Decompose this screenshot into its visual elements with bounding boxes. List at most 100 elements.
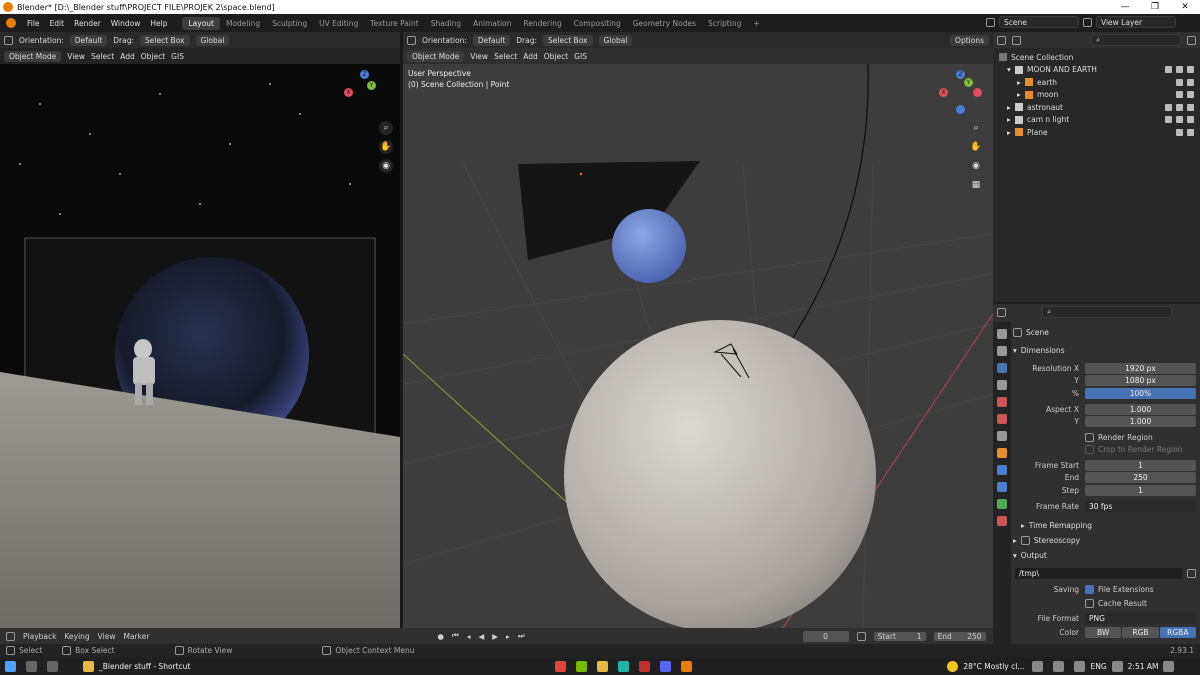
- menu-add[interactable]: Add: [120, 52, 135, 61]
- nvidia-icon[interactable]: [576, 660, 588, 672]
- tab-scripting[interactable]: Scripting: [702, 17, 747, 30]
- menu-add-main[interactable]: Add: [523, 52, 538, 61]
- end-frame-field[interactable]: End 250: [933, 631, 986, 641]
- file-format-dropdown[interactable]: PNG: [1085, 612, 1196, 624]
- transform-dropdown-main[interactable]: Global: [598, 34, 633, 46]
- time-remapping-header[interactable]: ▸ Time Remapping: [1021, 518, 1196, 532]
- tray-chevron-icon[interactable]: [1032, 660, 1044, 672]
- output-path-field[interactable]: /tmp\: [1015, 567, 1183, 579]
- color-rgb-button[interactable]: RGB: [1122, 626, 1159, 638]
- drag-dropdown-main[interactable]: Select Box: [543, 34, 593, 46]
- tab-geometry-nodes[interactable]: Geometry Nodes: [627, 17, 702, 30]
- outliner-item-plane[interactable]: ▸ Plane: [993, 126, 1200, 139]
- collection-tab-icon[interactable]: [997, 431, 1007, 441]
- main-3d-viewport[interactable]: Orientation: Default Drag: Select Box Gl…: [403, 32, 993, 628]
- grid-toggle-icon[interactable]: ▦: [969, 178, 983, 192]
- modifier-tab-icon[interactable]: [997, 465, 1007, 475]
- menu-render[interactable]: Render: [69, 19, 106, 28]
- frame-rate-dropdown[interactable]: 30 fps: [1085, 500, 1196, 512]
- gizmo-x-axis-main[interactable]: X: [939, 88, 948, 97]
- play-reverse-button[interactable]: ◀: [478, 632, 484, 641]
- jump-start-button[interactable]: ⏮: [452, 631, 459, 641]
- tab-animation[interactable]: Animation: [467, 17, 517, 30]
- tab-compositing[interactable]: Compositing: [568, 17, 627, 30]
- constraint-tab-icon[interactable]: [997, 499, 1007, 509]
- chrome-icon[interactable]: [555, 660, 567, 672]
- properties-search-input[interactable]: ⌕: [1042, 306, 1172, 318]
- resolution-x-field[interactable]: 1920 px: [1085, 362, 1196, 374]
- menu-help[interactable]: Help: [145, 19, 172, 28]
- color-rgba-button[interactable]: RGBA: [1159, 626, 1196, 638]
- next-keyframe-button[interactable]: ▸: [506, 632, 510, 641]
- outliner-item-earth[interactable]: ▸ earth: [993, 76, 1200, 89]
- outliner-root[interactable]: Scene Collection: [993, 51, 1200, 64]
- display-mode-icon[interactable]: [1012, 35, 1021, 45]
- world-tab-icon[interactable]: [997, 414, 1007, 424]
- volume-icon[interactable]: [1074, 660, 1086, 672]
- menu-window[interactable]: Window: [106, 19, 146, 28]
- outliner-item-cam-n-light[interactable]: ▸ cam n light: [993, 114, 1200, 127]
- menu-gis[interactable]: GIS: [171, 52, 184, 61]
- aspect-y-field[interactable]: 1.000: [1085, 415, 1196, 427]
- menu-file[interactable]: File: [22, 19, 45, 28]
- output-tab-icon[interactable]: [997, 363, 1007, 373]
- menu-select[interactable]: Select: [91, 52, 114, 61]
- cache-result-checkbox[interactable]: [1085, 598, 1094, 608]
- transform-tool-icon[interactable]: [4, 35, 13, 45]
- transform-dropdown[interactable]: Global: [195, 34, 230, 46]
- taskbar-folder-label[interactable]: _Blender stuff - Shortcut: [99, 662, 190, 671]
- weather-icon[interactable]: [947, 660, 959, 672]
- navigation-gizmo-main[interactable]: Z X Y: [936, 68, 986, 118]
- gizmo-neg-z-axis[interactable]: [956, 105, 965, 114]
- texture-tab-icon[interactable]: [997, 516, 1007, 526]
- prev-keyframe-button[interactable]: ◂: [467, 632, 471, 641]
- camera-viewport[interactable]: Orientation: Default Drag: Select Box Gl…: [0, 32, 400, 628]
- tab-texture-paint[interactable]: Texture Paint: [364, 17, 424, 30]
- menu-view-main[interactable]: View: [470, 52, 488, 61]
- store-icon[interactable]: [618, 660, 630, 672]
- orientation-dropdown[interactable]: Default: [69, 34, 108, 46]
- blender-taskbar-icon[interactable]: [681, 660, 693, 672]
- render-tab-icon[interactable]: [997, 346, 1007, 356]
- orientation-dropdown-main[interactable]: Default: [472, 34, 511, 46]
- gizmo-neg-x-axis[interactable]: [973, 88, 982, 97]
- frame-step-field[interactable]: 1: [1085, 484, 1196, 496]
- zoom-icon[interactable]: ⌕: [379, 121, 393, 135]
- view-layer-tab-icon[interactable]: [997, 380, 1007, 390]
- file-extensions-checkbox[interactable]: [1085, 584, 1094, 594]
- mode-dropdown[interactable]: Object Mode: [4, 50, 62, 62]
- tab-rendering[interactable]: Rendering: [517, 17, 567, 30]
- outliner-search-input[interactable]: ⌕: [1091, 34, 1181, 46]
- search-icon[interactable]: [26, 660, 37, 672]
- scene-tab-icon[interactable]: [997, 397, 1007, 407]
- render-region-checkbox[interactable]: [1085, 432, 1094, 442]
- jump-end-button[interactable]: ⏭: [518, 631, 525, 641]
- object-tab-icon[interactable]: [997, 448, 1007, 458]
- pan-hand-icon-main[interactable]: ✋: [969, 140, 983, 154]
- dimensions-header[interactable]: ▾ Dimensions: [1013, 343, 1196, 357]
- tab-layout[interactable]: Layout: [182, 16, 220, 30]
- mode-dropdown-main[interactable]: Object Mode: [407, 50, 465, 62]
- camera-view-icon[interactable]: ◉: [379, 159, 393, 173]
- add-workspace-button[interactable]: +: [747, 17, 765, 30]
- current-frame-field[interactable]: 0: [802, 630, 849, 642]
- folder-icon[interactable]: [1187, 568, 1196, 578]
- play-button[interactable]: ▶: [492, 632, 498, 641]
- gizmo-x-axis[interactable]: X: [344, 88, 353, 97]
- menu-view-timeline[interactable]: View: [98, 632, 116, 641]
- menu-playback[interactable]: Playback: [23, 632, 56, 641]
- outliner-item-moon-and-earth[interactable]: ▾ MOON AND EARTH: [993, 64, 1200, 77]
- drag-dropdown[interactable]: Select Box: [140, 34, 190, 46]
- transform-tool-icon-main[interactable]: [407, 35, 416, 45]
- battery-icon[interactable]: [1111, 660, 1123, 672]
- record-button[interactable]: ●: [437, 632, 444, 641]
- view-layer-selector[interactable]: View Layer: [1096, 16, 1176, 28]
- properties-editor-icon[interactable]: [997, 307, 1006, 317]
- menu-marker[interactable]: Marker: [123, 632, 149, 641]
- menu-gis-main[interactable]: GIS: [574, 52, 587, 61]
- gizmo-y-axis[interactable]: Y: [367, 81, 376, 90]
- menu-edit[interactable]: Edit: [45, 19, 70, 28]
- folder-app-icon[interactable]: [83, 660, 94, 672]
- weather-text[interactable]: 28°C Mostly cl...: [963, 662, 1024, 671]
- output-header[interactable]: ▾ Output: [1013, 548, 1196, 562]
